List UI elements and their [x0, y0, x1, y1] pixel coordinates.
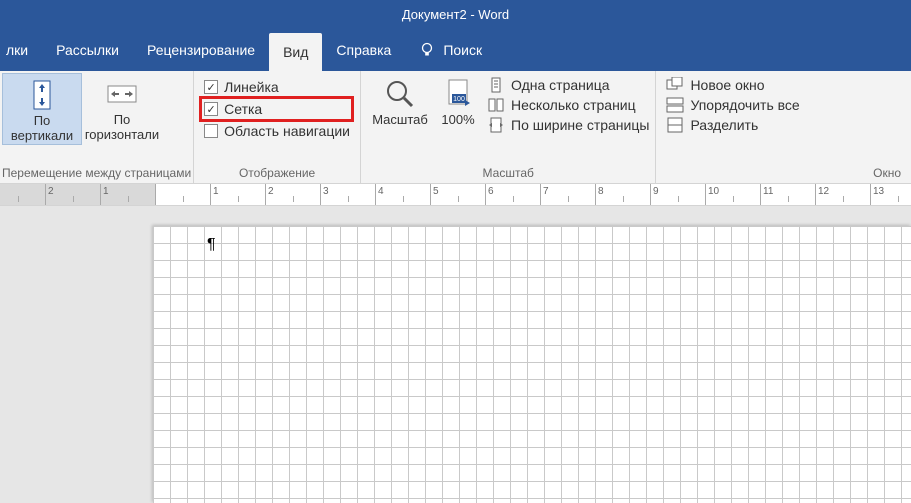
group-page-movement: По вертикали По горизонтали Перемещение …: [0, 71, 194, 183]
group-label-zoom: Масштаб: [367, 164, 649, 183]
group-label-show: Отображение: [200, 164, 354, 183]
gridlines-checkbox[interactable]: ✓ Сетка: [199, 96, 354, 122]
zoom-button[interactable]: Масштаб: [367, 73, 433, 128]
ruler-checkbox[interactable]: ✓ Линейка: [204, 79, 350, 95]
vertical-page-movement-button[interactable]: По вертикали: [2, 73, 82, 145]
zoom-label: Масштаб: [372, 113, 428, 128]
arrange-all-icon: [666, 97, 684, 113]
group-show: ✓ Линейка ✓ Сетка Область навигации Отоб…: [194, 71, 361, 183]
new-window-icon: [666, 77, 684, 93]
group-window: Новое окно Упорядочить все Разделить Окн…: [656, 71, 911, 183]
new-window-button[interactable]: Новое окно: [666, 77, 799, 93]
checkbox-icon: ✓: [204, 102, 218, 116]
horizontal-label: По горизонтали: [82, 113, 162, 143]
zoom-100-label: 100%: [441, 113, 474, 128]
lightbulb-icon: [419, 42, 435, 58]
multiple-pages-button[interactable]: Несколько страниц: [487, 97, 649, 113]
checkbox-icon: [204, 124, 218, 138]
horizontal-ruler[interactable]: 32112345678910111213141516: [0, 184, 911, 206]
tab-partial[interactable]: лки: [0, 29, 42, 71]
ribbon: По вертикали По горизонтали Перемещение …: [0, 71, 911, 184]
page-100-icon: 100: [441, 77, 475, 111]
one-page-icon: [487, 77, 505, 93]
zoom-100-button[interactable]: 100 100%: [433, 73, 483, 128]
split-icon: [666, 117, 684, 133]
arrange-all-button[interactable]: Упорядочить все: [666, 97, 799, 113]
tell-me-search[interactable]: Поиск: [405, 29, 496, 71]
group-label-window: Окно: [662, 164, 905, 183]
group-zoom: Масштаб 100 100% Одна страница Несколько…: [361, 71, 656, 183]
paragraph-mark-icon: ¶: [207, 236, 216, 254]
vertical-page-icon: [25, 78, 59, 112]
page-width-button[interactable]: По ширине страницы: [487, 117, 649, 133]
magnifier-icon: [383, 77, 417, 111]
checkbox-icon: ✓: [204, 80, 218, 94]
tab-view[interactable]: Вид: [269, 33, 322, 71]
tab-help[interactable]: Справка: [322, 29, 405, 71]
navigation-pane-checkbox[interactable]: Область навигации: [204, 123, 350, 139]
document-title: Документ2 - Word: [402, 7, 509, 22]
document-page[interactable]: ¶: [153, 226, 911, 503]
tab-mailings[interactable]: Рассылки: [42, 29, 133, 71]
vertical-label: По вертикали: [3, 114, 81, 144]
group-label-page-movement: Перемещение между страницами: [2, 164, 191, 183]
horizontal-page-icon: [105, 77, 139, 111]
horizontal-page-movement-button[interactable]: По горизонтали: [82, 73, 162, 143]
split-button[interactable]: Разделить: [666, 117, 799, 133]
document-area: ¶: [0, 206, 911, 503]
page-width-icon: [487, 117, 505, 133]
ribbon-tabs: лки Рассылки Рецензирование Вид Справка …: [0, 29, 911, 71]
svg-text:100: 100: [453, 96, 465, 103]
tab-review[interactable]: Рецензирование: [133, 29, 269, 71]
multiple-pages-icon: [487, 97, 505, 113]
one-page-button[interactable]: Одна страница: [487, 77, 649, 93]
title-bar: Документ2 - Word: [0, 0, 911, 29]
